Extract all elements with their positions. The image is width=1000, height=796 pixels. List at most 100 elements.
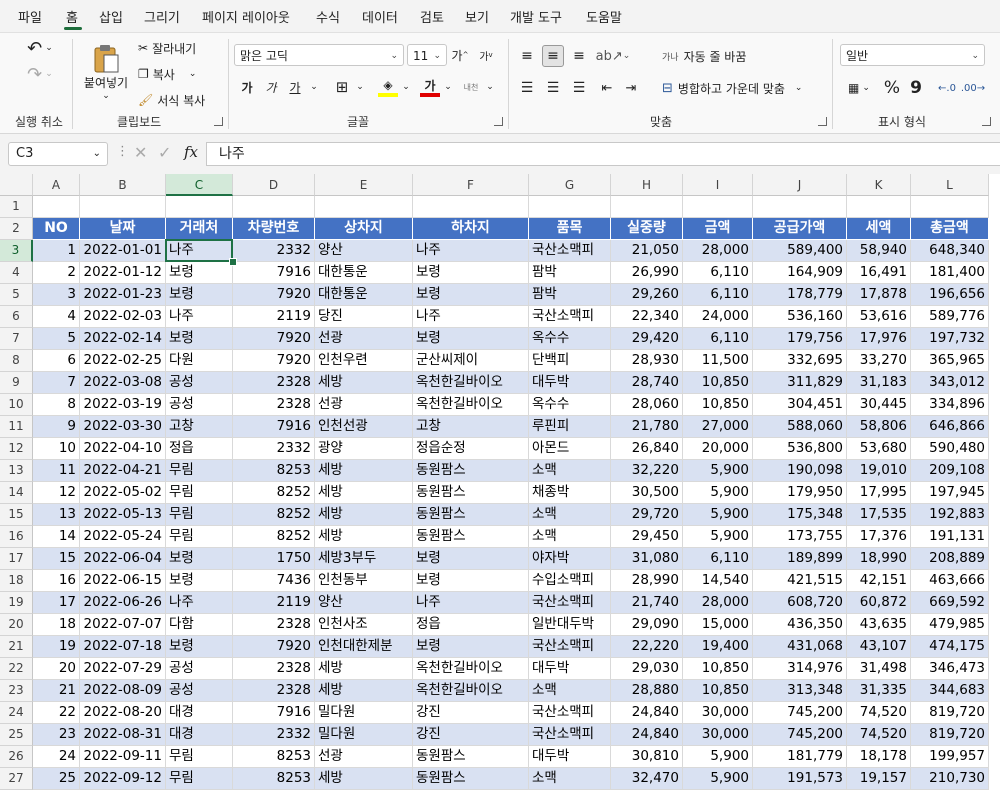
align-launcher-icon[interactable]: [818, 117, 827, 126]
menu-draw[interactable]: 그리기: [144, 7, 180, 26]
table-cell[interactable]: 다원: [166, 350, 233, 372]
row-header[interactable]: 8: [0, 350, 33, 372]
cut-button[interactable]: ✂ 잘라내기: [138, 39, 196, 57]
table-cell[interactable]: 27,000: [683, 416, 753, 438]
table-cell[interactable]: 175,348: [753, 504, 847, 526]
table-cell[interactable]: 7916: [233, 262, 315, 284]
table-cell[interactable]: 8253: [233, 746, 315, 768]
table-cell[interactable]: 17,376: [847, 526, 911, 548]
row-header[interactable]: 11: [0, 416, 33, 438]
table-cell[interactable]: 강진: [413, 724, 529, 746]
table-cell[interactable]: 보령: [413, 636, 529, 658]
table-cell[interactable]: 3: [33, 284, 80, 306]
table-cell[interactable]: 7916: [233, 702, 315, 724]
cell[interactable]: [315, 196, 413, 218]
table-cell[interactable]: 20,000: [683, 438, 753, 460]
table-cell[interactable]: 국산소맥피: [529, 306, 611, 328]
row-header[interactable]: 17: [0, 548, 33, 570]
table-cell[interactable]: 181,400: [911, 262, 989, 284]
table-cell[interactable]: 대한통운: [315, 284, 413, 306]
table-cell[interactable]: 58,806: [847, 416, 911, 438]
row-header[interactable]: 18: [0, 570, 33, 592]
table-cell[interactable]: 국산소맥피: [529, 636, 611, 658]
table-cell[interactable]: 669,592: [911, 592, 989, 614]
cell[interactable]: [611, 196, 683, 218]
table-cell[interactable]: 334,896: [911, 394, 989, 416]
table-cell[interactable]: 루핀피: [529, 416, 611, 438]
merge-center-button[interactable]: ⊟ 병합하고 가운데 맞춤 ⌄: [662, 77, 802, 99]
table-header-cell[interactable]: 품목: [529, 218, 611, 240]
table-cell[interactable]: 세방: [315, 526, 413, 548]
table-cell[interactable]: 28,000: [683, 592, 753, 614]
table-cell[interactable]: 무림: [166, 504, 233, 526]
table-cell[interactable]: 31,080: [611, 548, 683, 570]
table-cell[interactable]: 나주: [166, 592, 233, 614]
table-cell[interactable]: 5,900: [683, 746, 753, 768]
table-cell[interactable]: 밀다원: [315, 724, 413, 746]
table-cell[interactable]: 12: [33, 482, 80, 504]
table-cell[interactable]: 2022-08-09: [80, 680, 166, 702]
table-cell[interactable]: 2328: [233, 658, 315, 680]
table-cell[interactable]: 2: [33, 262, 80, 284]
table-cell[interactable]: 정읍: [166, 438, 233, 460]
table-cell[interactable]: 32,470: [611, 768, 683, 790]
table-cell[interactable]: 나주: [413, 240, 529, 262]
table-cell[interactable]: 동원팜스: [413, 768, 529, 790]
cell[interactable]: [683, 196, 753, 218]
table-cell[interactable]: 당진: [315, 306, 413, 328]
table-cell[interactable]: 15,000: [683, 614, 753, 636]
table-cell[interactable]: 5,900: [683, 526, 753, 548]
table-cell[interactable]: 2328: [233, 680, 315, 702]
row-header[interactable]: 7: [0, 328, 33, 350]
table-cell[interactable]: 53,680: [847, 438, 911, 460]
table-header-cell[interactable]: 상차지: [315, 218, 413, 240]
table-cell[interactable]: 19,010: [847, 460, 911, 482]
table-cell[interactable]: 28,060: [611, 394, 683, 416]
table-cell[interactable]: 아몬드: [529, 438, 611, 460]
table-cell[interactable]: 팜박: [529, 284, 611, 306]
align-top-icon[interactable]: ≡: [516, 45, 538, 67]
table-cell[interactable]: 공성: [166, 394, 233, 416]
table-cell[interactable]: 536,800: [753, 438, 847, 460]
table-cell[interactable]: 5,900: [683, 482, 753, 504]
table-cell[interactable]: 동원팜스: [413, 746, 529, 768]
table-cell[interactable]: 29,030: [611, 658, 683, 680]
font-launcher-icon[interactable]: [494, 117, 503, 126]
table-cell[interactable]: 5,900: [683, 768, 753, 790]
chevron-down-icon[interactable]: ⌄: [484, 77, 496, 97]
table-cell[interactable]: 16,491: [847, 262, 911, 284]
align-bottom-icon[interactable]: ≡: [568, 45, 590, 67]
table-cell[interactable]: 536,160: [753, 306, 847, 328]
table-cell[interactable]: 24: [33, 746, 80, 768]
table-cell[interactable]: 2022-01-01: [80, 240, 166, 262]
table-cell[interactable]: 인천사조: [315, 614, 413, 636]
table-cell[interactable]: 2022-05-02: [80, 482, 166, 504]
table-cell[interactable]: 2022-09-11: [80, 746, 166, 768]
table-cell[interactable]: 2119: [233, 306, 315, 328]
table-cell[interactable]: 소맥: [529, 460, 611, 482]
table-cell[interactable]: 8252: [233, 482, 315, 504]
increase-decimal-icon[interactable]: ←.0: [936, 77, 958, 99]
column-header-b[interactable]: B: [80, 174, 166, 196]
table-cell[interactable]: 29,260: [611, 284, 683, 306]
table-header-cell[interactable]: NO: [33, 218, 80, 240]
column-header-e[interactable]: E: [315, 174, 413, 196]
table-cell[interactable]: 6,110: [683, 548, 753, 570]
table-cell[interactable]: 304,451: [753, 394, 847, 416]
table-cell[interactable]: 선광: [315, 328, 413, 350]
table-cell[interactable]: 590,480: [911, 438, 989, 460]
table-cell[interactable]: 고창: [166, 416, 233, 438]
table-cell[interactable]: 양산: [315, 240, 413, 262]
table-header-cell[interactable]: 실중량: [611, 218, 683, 240]
table-cell[interactable]: 2022-07-07: [80, 614, 166, 636]
row-header[interactable]: 22: [0, 658, 33, 680]
table-cell[interactable]: 2022-01-23: [80, 284, 166, 306]
table-cell[interactable]: 819,720: [911, 724, 989, 746]
table-cell[interactable]: 58,940: [847, 240, 911, 262]
table-cell[interactable]: 옥천한길바이오: [413, 680, 529, 702]
table-cell[interactable]: 436,350: [753, 614, 847, 636]
table-cell[interactable]: 2022-03-30: [80, 416, 166, 438]
table-cell[interactable]: 2328: [233, 614, 315, 636]
table-cell[interactable]: 208,889: [911, 548, 989, 570]
table-cell[interactable]: 2022-01-12: [80, 262, 166, 284]
